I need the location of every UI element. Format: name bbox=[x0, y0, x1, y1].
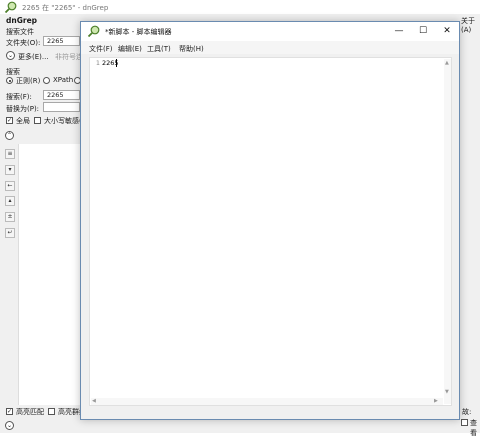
side-button-6[interactable]: ↵ bbox=[5, 228, 15, 238]
expand-more-icon[interactable]: ⌄ bbox=[6, 51, 15, 60]
menu-tools[interactable]: 工具(T) bbox=[147, 44, 171, 54]
right-panel-strip bbox=[460, 14, 480, 433]
search-files-label: 搜索文件 bbox=[6, 28, 34, 36]
global-checkbox[interactable]: ✓ bbox=[6, 117, 13, 124]
folder-input[interactable]: 2265 bbox=[43, 36, 80, 46]
search-input[interactable]: 2265 bbox=[43, 90, 80, 100]
scroll-down-icon[interactable]: ▼ bbox=[445, 389, 449, 395]
side-button-3[interactable]: ← bbox=[5, 181, 15, 191]
results-list[interactable] bbox=[18, 144, 81, 405]
editor-text-area[interactable]: 1 2265 ▲ ▼ ◀ ▶ bbox=[89, 57, 452, 406]
replace-label: 替换为(P): bbox=[6, 105, 40, 113]
more-button[interactable]: 更多(E)... bbox=[18, 52, 49, 62]
dngrep-title: 2265 在 "2265" - dnGrep bbox=[22, 4, 109, 12]
highlight-checkbox[interactable]: ✓ bbox=[6, 408, 13, 415]
highlight-group-checkbox[interactable] bbox=[48, 408, 55, 415]
replace-input[interactable] bbox=[43, 102, 80, 112]
minimize-icon[interactable]: — bbox=[387, 24, 411, 38]
text-cursor bbox=[116, 59, 117, 67]
collapse-icon[interactable]: ⌃ bbox=[5, 131, 14, 140]
search-label: 搜索(F): bbox=[6, 93, 32, 101]
editor-titlebar[interactable]: *新脚本 - 脚本编辑器 — ☐ ✕ bbox=[81, 22, 459, 41]
side-button-2[interactable]: ▾ bbox=[5, 165, 15, 175]
maximize-icon[interactable]: ☐ bbox=[411, 24, 435, 38]
script-editor-window: *新脚本 - 脚本编辑器 — ☐ ✕ 文件(F) 编辑(E) 工具(T) 帮助(… bbox=[80, 21, 460, 420]
radio-regex-label: 正则(R) bbox=[16, 77, 41, 85]
folder-label: 文件夹(O): bbox=[6, 39, 41, 47]
radio-xpath-label: XPath bbox=[53, 76, 74, 84]
editor-title: *新脚本 - 脚本编辑器 bbox=[105, 28, 172, 36]
menu-about[interactable]: 关于(A) bbox=[461, 16, 480, 34]
vertical-scrollbar[interactable]: ▲ ▼ bbox=[444, 59, 451, 404]
editor-menubar: 文件(F) 编辑(E) 工具(T) 帮助(H) bbox=[81, 41, 459, 54]
side-button-1[interactable]: ≡ bbox=[5, 149, 15, 159]
menu-file[interactable]: 文件(F) bbox=[89, 44, 113, 54]
case-label: 大小写敏感( bbox=[44, 117, 82, 125]
scroll-left-icon[interactable]: ◀ bbox=[92, 398, 96, 404]
app-name: dnGrep bbox=[6, 16, 38, 25]
scroll-right-icon[interactable]: ▶ bbox=[434, 398, 438, 404]
horizontal-scrollbar[interactable]: ◀ ▶ bbox=[91, 398, 443, 405]
magnifier-app-icon bbox=[4, 1, 17, 13]
radio-regex[interactable] bbox=[6, 77, 13, 84]
dngrep-titlebar: 2265 在 "2265" - dnGrep bbox=[0, 0, 480, 14]
global-label: 全局 bbox=[16, 117, 30, 125]
menu-help[interactable]: 帮助(H) bbox=[179, 44, 204, 54]
radio-xpath[interactable] bbox=[43, 77, 50, 84]
side-button-5[interactable]: ± bbox=[5, 212, 15, 222]
scroll-up-icon[interactable]: ▲ bbox=[445, 60, 449, 66]
expand-bottom-icon[interactable]: ⌄ bbox=[5, 421, 14, 430]
side-button-4[interactable]: ▴ bbox=[5, 196, 15, 206]
right-checkbox[interactable] bbox=[461, 419, 468, 426]
right-label-1: 故: bbox=[462, 408, 472, 416]
highlight-label: 高亮匹配 bbox=[16, 408, 44, 416]
more-hint: 非符号连 bbox=[55, 53, 83, 61]
case-checkbox[interactable] bbox=[34, 117, 41, 124]
right-label-2: 查看 bbox=[470, 419, 477, 437]
magnifier-app-icon bbox=[87, 25, 100, 37]
line-number: 1 bbox=[95, 59, 100, 67]
menu-edit[interactable]: 编辑(E) bbox=[118, 44, 142, 54]
close-icon[interactable]: ✕ bbox=[435, 24, 459, 38]
